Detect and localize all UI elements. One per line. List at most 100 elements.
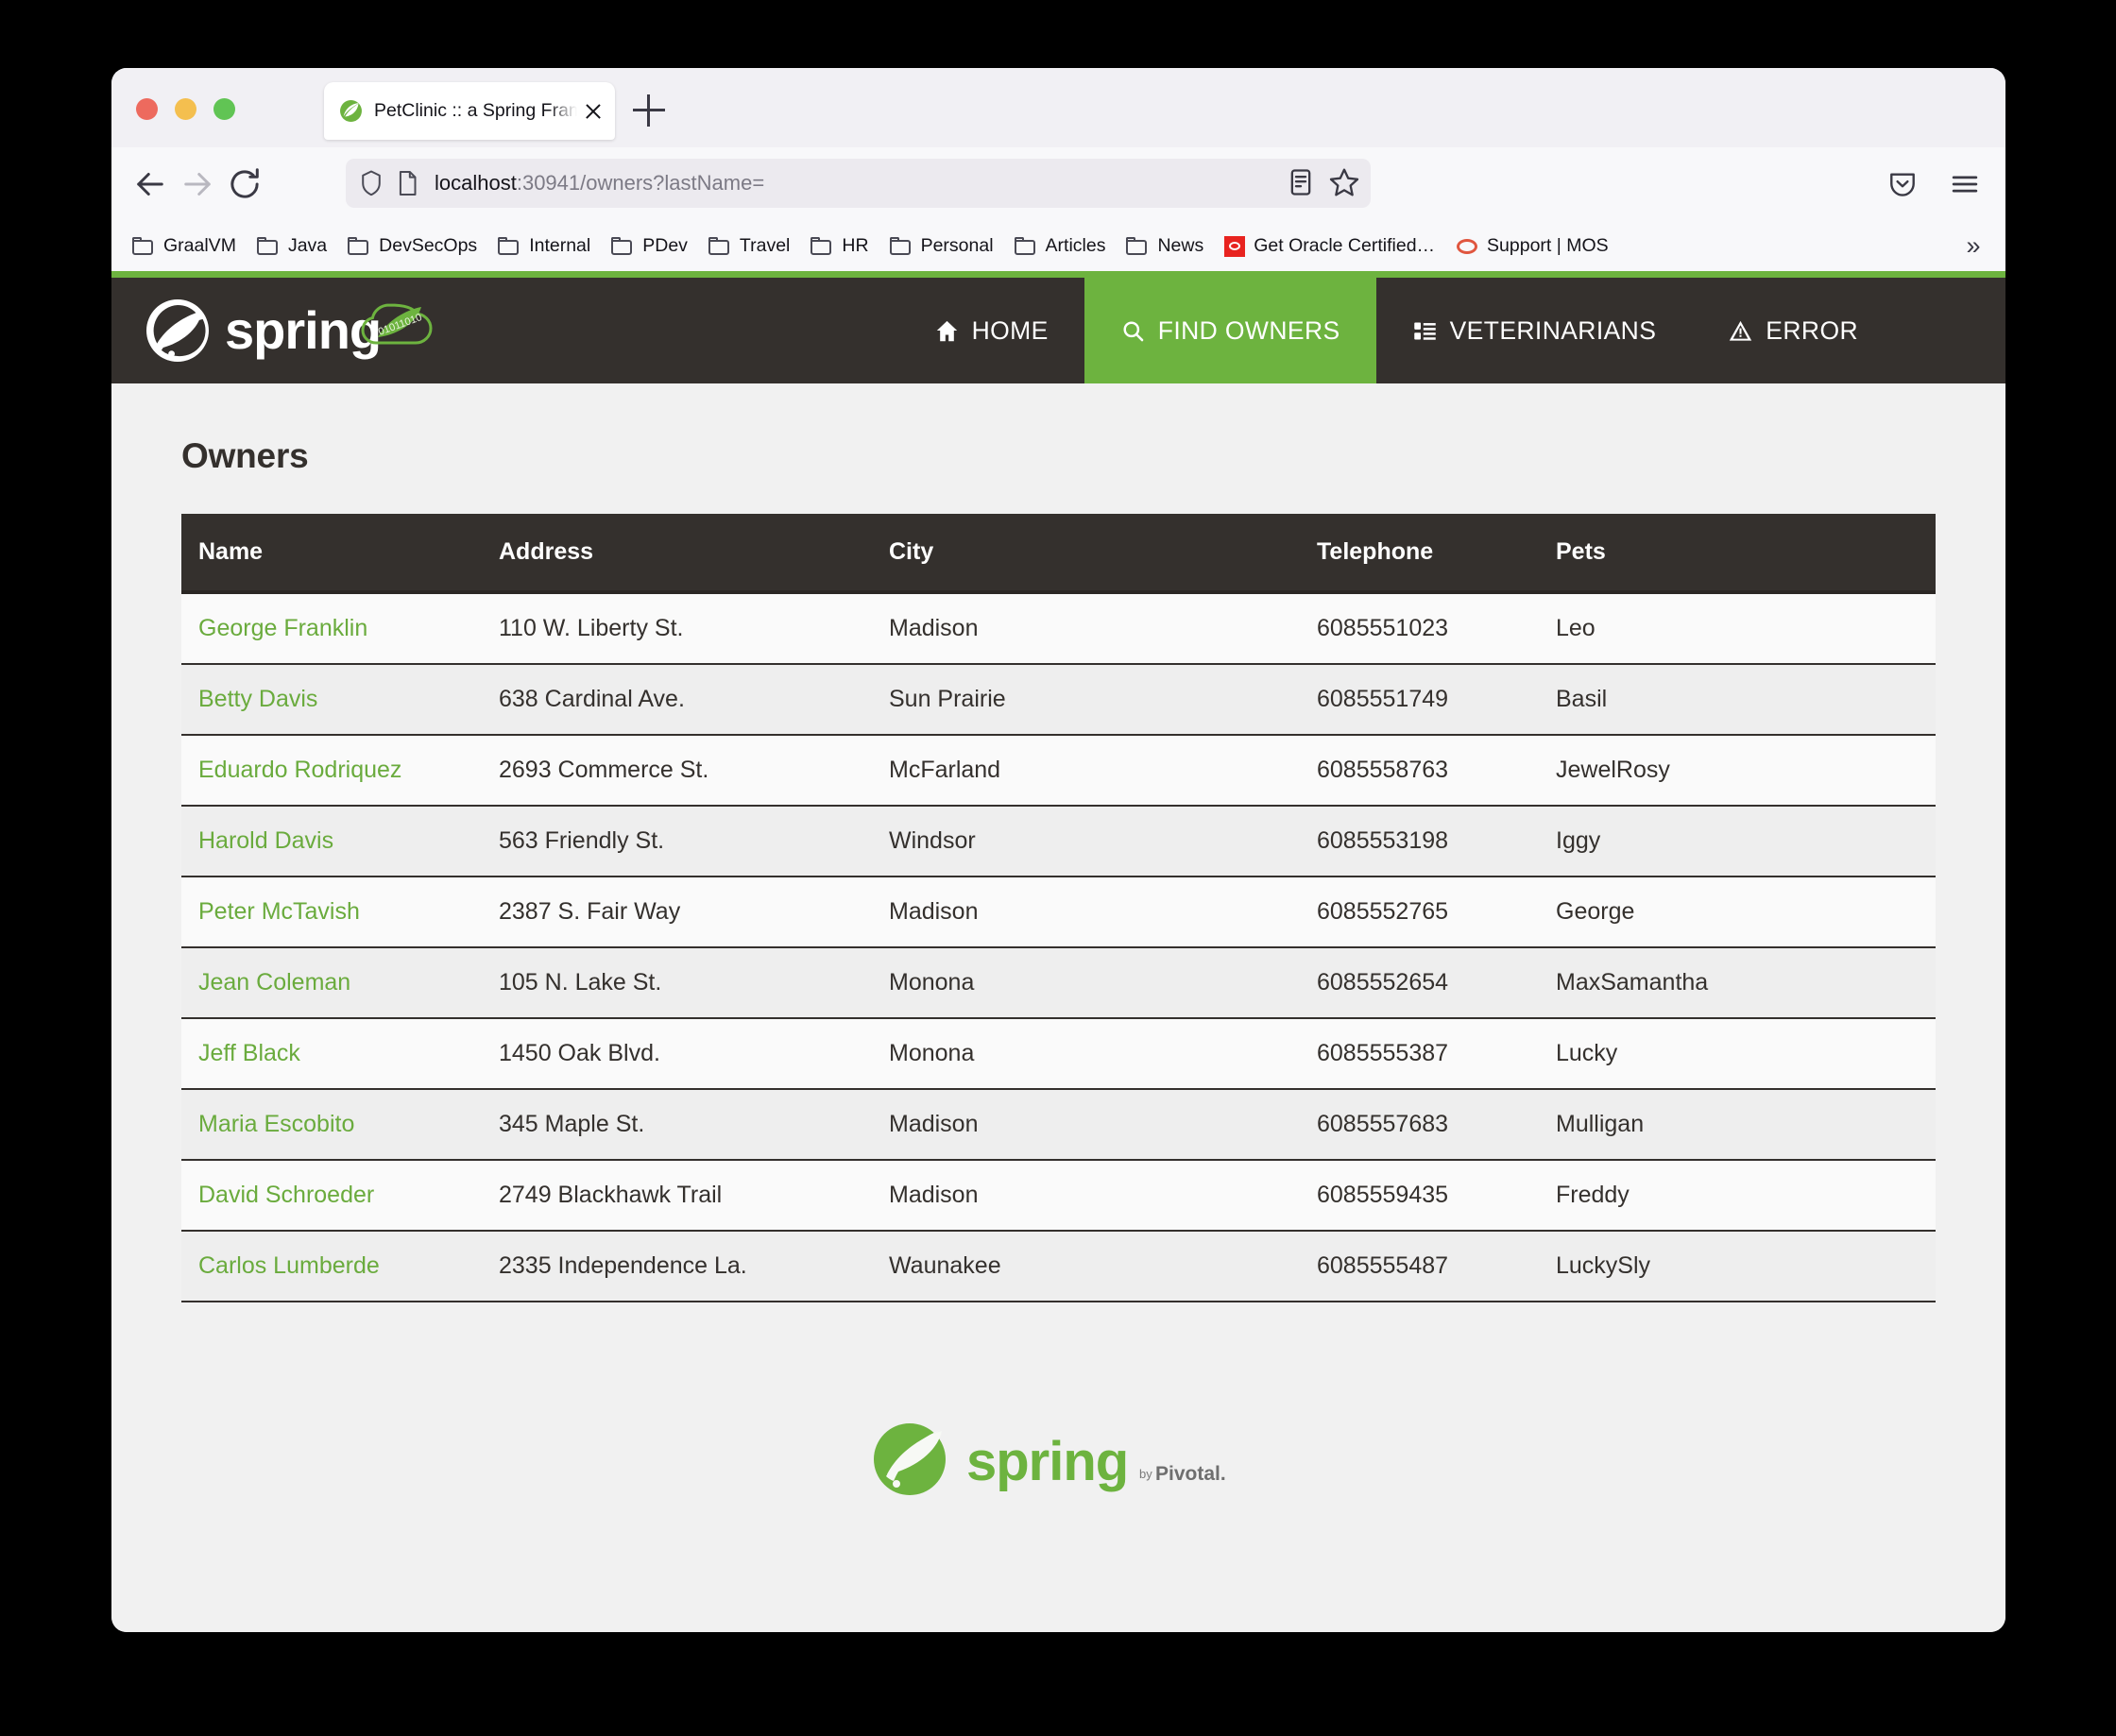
nav-spacer [497,278,898,383]
owner-link[interactable]: Betty Davis [198,686,317,712]
bookmark-hr[interactable]: HR [811,235,869,257]
cell-pets: Lucky [1539,1018,1936,1090]
nav-right-pad [1894,278,2005,383]
bookmark-support-mos[interactable]: Support | MOS [1456,235,1609,257]
cell-pets: George [1539,877,1936,948]
nav-item-find-owners[interactable]: Find owners [1084,278,1376,383]
bookmark-get-oracle-certified[interactable]: Get Oracle Certified… [1224,235,1435,257]
cell-telephone: 6085558763 [1300,735,1539,807]
folder-icon [708,236,731,256]
cell-city: Monona [872,947,1300,1019]
site-navigation: spring 01011010 HOME FIND OWNERS VETERIN… [111,278,2005,383]
svg-text:Pivotal.: Pivotal. [1155,1463,1226,1485]
star-icon[interactable] [1325,163,1363,201]
oracle-outline-favicon [1456,236,1478,257]
bookmark-personal[interactable]: Personal [889,235,994,257]
oracle-square-favicon [1224,235,1246,257]
table-row: George Franklin 110 W. Liberty St. Madis… [181,592,1936,665]
bookmark-label: HR [842,235,869,256]
bookmark-label: Travel [739,235,791,256]
owner-link[interactable]: Jean Coleman [198,969,350,996]
page-icon[interactable] [391,167,423,199]
url-path: :30941/owners?lastName= [516,171,765,195]
minimize-window-button[interactable] [175,98,196,120]
bookmark-java[interactable]: Java [256,235,327,257]
browser-tab[interactable]: PetClinic :: a Spring Framework [324,82,615,140]
folder-icon [1126,236,1149,256]
cell-address: 110 W. Liberty St. [482,592,872,665]
maximize-window-button[interactable] [213,98,235,120]
owners-table: Name Address City Telephone Pets George … [181,514,1936,1302]
reader-view-icon[interactable] [1282,163,1320,201]
owner-link[interactable]: Eduardo Rodriquez [198,757,401,783]
folder-icon [889,236,913,256]
cell-address: 563 Friendly St. [482,806,872,877]
bookmark-graalvm[interactable]: GraalVM [132,235,236,257]
bookmark-internal[interactable]: Internal [498,235,590,257]
owner-link[interactable]: George Franklin [198,615,367,641]
search-icon [1120,318,1146,344]
owner-link[interactable]: Maria Escobito [198,1111,354,1137]
bookmark-pdev[interactable]: PDev [611,235,688,257]
cell-address: 2387 S. Fair Way [482,877,872,948]
owner-link[interactable]: Peter McTavish [198,898,360,925]
owner-link[interactable]: David Schroeder [198,1182,374,1208]
bookmark-label: Internal [529,235,591,256]
close-icon[interactable] [581,99,606,124]
bookmark-label: Get Oracle Certified… [1254,235,1436,256]
table-row: Eduardo Rodriquez 2693 Commerce St. McFa… [181,735,1936,807]
nav-item-veterinarians[interactable]: Veterinarians [1376,278,1693,383]
cell-name: Peter McTavish [181,877,482,948]
nav-item-error[interactable]: Error [1692,278,1894,383]
url-bar[interactable]: localhost:30941/owners?lastName= [346,159,1371,208]
top-accent-rule [111,271,2005,278]
owner-link[interactable]: Jeff Black [198,1040,300,1066]
bookmarks-overflow-chevron-icon[interactable]: » [1956,230,1990,261]
tab-title: PetClinic :: a Spring Framework [374,100,579,121]
column-header-name: Name [181,514,482,594]
folder-icon [811,236,833,256]
cell-telephone: 6085551023 [1300,592,1539,665]
cell-city: Madison [872,1089,1300,1161]
cell-name: Jean Coleman [181,947,482,1019]
shield-icon[interactable] [355,167,387,199]
cell-city: Sun Prairie [872,664,1300,736]
bookmark-label: DevSecOps [379,235,478,256]
forward-button[interactable] [178,164,217,204]
table-row: David Schroeder 2749 Blackhawk Trail Mad… [181,1160,1936,1232]
cell-address: 1450 Oak Blvd. [482,1018,872,1090]
bookmark-news[interactable]: News [1126,235,1203,257]
bookmark-travel[interactable]: Travel [708,235,790,257]
reload-button[interactable] [225,164,264,204]
tab-strip: PetClinic :: a Spring Framework [111,68,2005,147]
cell-telephone: 6085552654 [1300,947,1539,1019]
nav-item-label: Find owners [1157,315,1340,345]
bookmark-devsecops[interactable]: DevSecOps [348,235,477,257]
spring-logo[interactable]: spring 01011010 [111,278,497,383]
table-row: Jeff Black 1450 Oak Blvd. Monona 6085555… [181,1018,1936,1090]
cell-city: McFarland [872,735,1300,807]
url-text[interactable]: localhost:30941/owners?lastName= [435,171,764,196]
nav-item-home[interactable]: Home [898,278,1084,383]
cell-name: Betty Davis [181,664,482,736]
cell-city: Madison [872,877,1300,948]
table-row: Harold Davis 563 Friendly St. Windsor 60… [181,806,1936,877]
hamburger-menu-icon[interactable] [1947,166,1983,202]
table-row: Carlos Lumberde 2335 Independence La. Wa… [181,1231,1936,1302]
site-nav-items: Home Find owners [898,278,1894,383]
bookmark-articles[interactable]: Articles [1014,235,1105,257]
list-icon [1412,318,1438,344]
cell-address: 2693 Commerce St. [482,735,872,807]
owner-link[interactable]: Carlos Lumberde [198,1252,380,1279]
owner-link[interactable]: Harold Davis [198,827,333,854]
bookmark-label: Personal [920,235,994,256]
cell-city: Monona [872,1018,1300,1090]
new-tab-button[interactable] [633,94,665,127]
cell-telephone: 6085551749 [1300,664,1539,736]
table-row: Betty Davis 638 Cardinal Ave. Sun Prairi… [181,664,1936,736]
back-button[interactable] [130,164,170,204]
close-window-button[interactable] [136,98,158,120]
table-row: Maria Escobito 345 Maple St. Madison 608… [181,1089,1936,1161]
pocket-save-icon[interactable] [1885,166,1920,202]
cell-pets: Leo [1539,592,1936,665]
